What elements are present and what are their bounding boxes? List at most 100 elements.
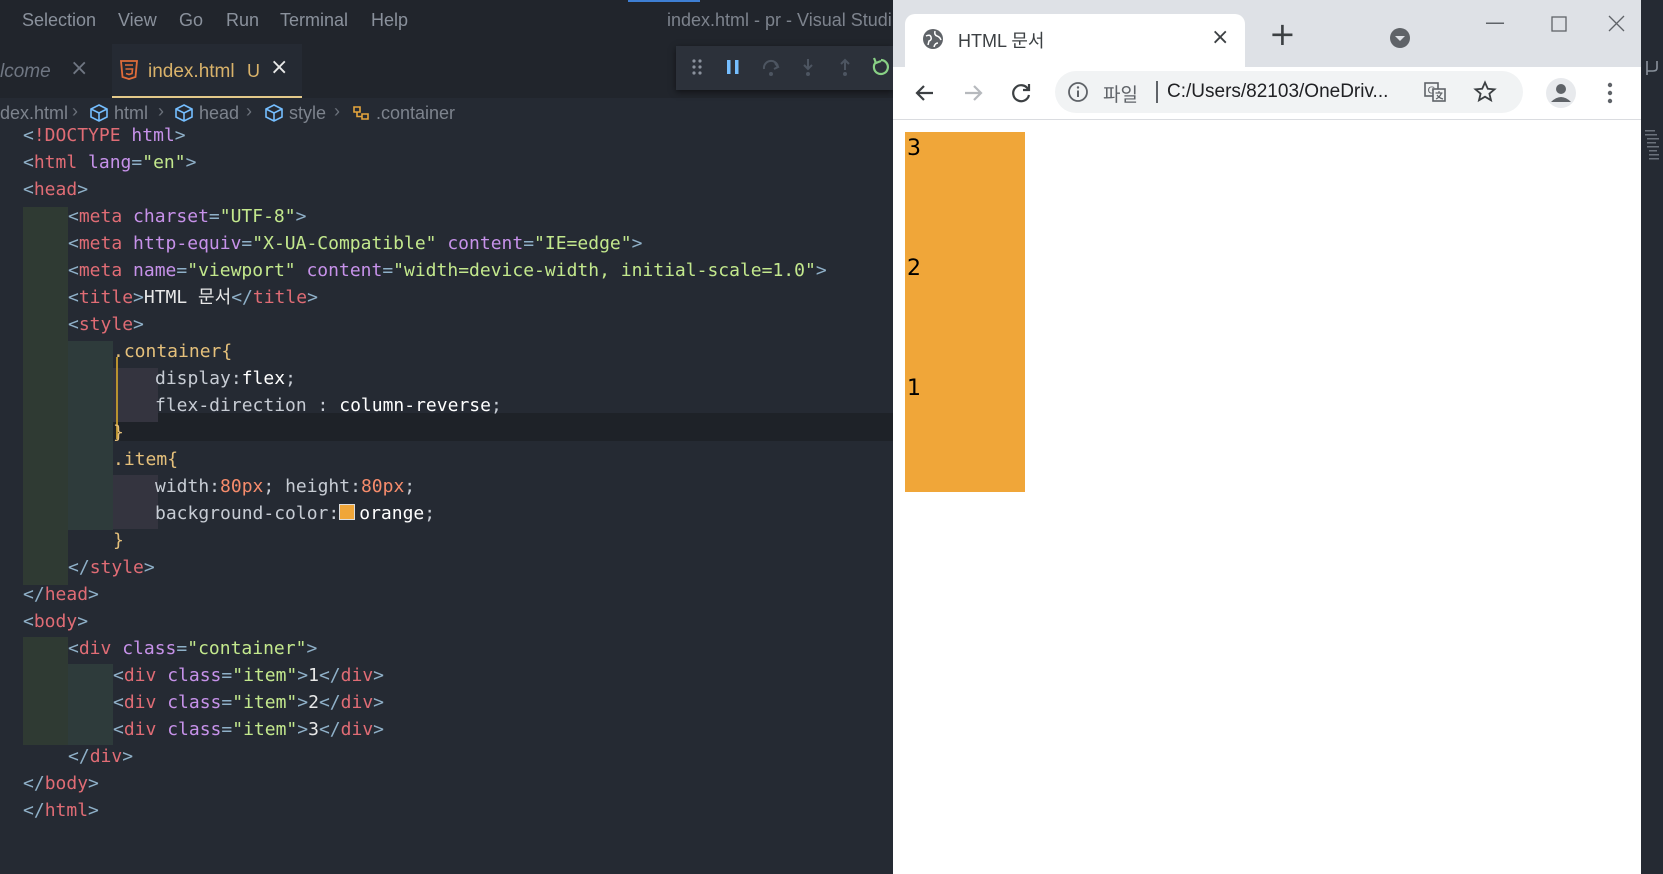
code-line: flex-direction : column-reverse; <box>155 395 502 416</box>
element-cube-icon <box>175 104 193 122</box>
indent-guide <box>113 368 158 422</box>
vscode-window: Selection View Go Run Terminal Help inde… <box>0 0 893 874</box>
page-viewport: 3 2 1 <box>893 120 1641 874</box>
maximize-icon[interactable] <box>1551 16 1567 32</box>
code-line: </html> <box>23 800 99 821</box>
chevron-right-icon: › <box>158 101 164 121</box>
minimize-icon[interactable]: — <box>1485 10 1505 34</box>
restart-icon[interactable] <box>870 56 892 78</box>
forward-arrow-icon[interactable] <box>959 79 987 107</box>
flex-item: 3 <box>905 132 1025 252</box>
code-line: background-color: orange; <box>155 503 436 524</box>
omnibox-divider <box>1156 81 1158 103</box>
menu-terminal[interactable]: Terminal <box>280 10 348 31</box>
minimap[interactable] <box>1645 130 1659 180</box>
window-close-icon[interactable] <box>1608 15 1625 32</box>
code-editor[interactable]: <!DOCTYPE html> <html lang="en"> <head> … <box>0 125 893 874</box>
menu-selection[interactable]: Selection <box>22 10 96 31</box>
code-line: <div class="container"> <box>68 638 318 659</box>
star-icon[interactable] <box>1473 80 1497 104</box>
new-tab-button[interactable]: + <box>1269 18 1296 50</box>
indent-guide <box>23 637 68 745</box>
tab-search-icon[interactable] <box>1389 27 1411 49</box>
menu-run[interactable]: Run <box>226 10 259 31</box>
menu-help[interactable]: Help <box>371 10 408 31</box>
step-into-icon[interactable] <box>797 56 819 78</box>
tab-welcome-label: lcome <box>0 61 51 82</box>
code-line: .item{ <box>113 449 179 470</box>
scheme-label: 파일 <box>1103 85 1138 106</box>
chevron-right-icon: › <box>246 101 252 121</box>
url-text[interactable]: C:/Users/82103/OneDriv... <box>1167 81 1388 103</box>
address-bar[interactable]: 파일 C:/Users/82103/OneDriv... G <box>1055 71 1523 113</box>
editor-edge-strip <box>1641 0 1663 874</box>
untracked-badge: U <box>247 61 260 81</box>
code-line: <meta charset="UTF-8"> <box>68 206 307 227</box>
code-line: </head> <box>23 584 99 605</box>
indent-guide <box>113 475 158 529</box>
indent-guide <box>68 341 113 530</box>
tab-welcome[interactable]: lcome × <box>0 44 110 98</box>
menu-bar: Selection View Go Run Terminal Help inde… <box>0 0 893 44</box>
code-line: <head> <box>23 179 89 200</box>
back-arrow-icon[interactable] <box>911 79 939 107</box>
code-line: <body> <box>23 611 89 632</box>
close-icon[interactable]: × <box>270 55 288 80</box>
debug-toolbar <box>676 46 893 90</box>
pause-icon[interactable] <box>722 56 744 78</box>
indent-guide <box>23 207 68 585</box>
info-icon[interactable] <box>1067 81 1089 103</box>
tab-index-label: index.html <box>148 61 235 82</box>
code-line: } <box>113 422 124 443</box>
browser-tab-title: HTML 문서 <box>958 31 1045 51</box>
code-line: <html lang="en"> <box>23 152 197 173</box>
drag-handle-icon[interactable] <box>686 56 708 78</box>
step-over-icon[interactable] <box>760 56 782 78</box>
chevron-right-icon: › <box>334 101 340 121</box>
code-line: </style> <box>68 557 155 578</box>
step-out-icon[interactable] <box>834 56 856 78</box>
code-line: <div class="item">2</div> <box>113 692 384 713</box>
code-line: } <box>113 530 124 551</box>
browser-toolbar: 파일 C:/Users/82103/OneDriv... G <box>893 67 1641 120</box>
browser-tab-strip: HTML 문서 × + — <box>893 0 1641 67</box>
breadcrumb-style[interactable]: style <box>289 103 326 124</box>
breadcrumb-file[interactable]: dex.html <box>0 103 68 124</box>
reload-icon[interactable] <box>1007 79 1035 107</box>
code-line: <!DOCTYPE html> <box>23 125 186 146</box>
source-control-icon[interactable] <box>1643 58 1661 78</box>
close-icon[interactable]: × <box>1211 25 1229 50</box>
code-line: <title>HTML 문서</title> <box>68 287 318 308</box>
chevron-right-icon: › <box>72 101 78 121</box>
translate-icon[interactable]: G <box>1423 80 1447 104</box>
code-line: display:flex; <box>155 368 296 389</box>
code-line: <div class="item">1</div> <box>113 665 384 686</box>
menu-go[interactable]: Go <box>179 10 203 31</box>
code-line: <meta name="viewport" content="width=dev… <box>68 260 827 281</box>
color-swatch[interactable] <box>339 504 356 520</box>
menu-view[interactable]: View <box>118 10 157 31</box>
browser-tab[interactable]: HTML 문서 × <box>905 14 1245 67</box>
code-line: width:80px; height:80px; <box>155 476 416 497</box>
breadcrumb-container[interactable]: .container <box>376 103 455 124</box>
element-cube-icon <box>265 104 283 122</box>
tab-index-html[interactable]: index.html U × <box>112 44 302 98</box>
flex-container: 3 2 1 <box>905 132 1025 492</box>
window-title: index.html - pr - Visual Studi <box>667 10 892 30</box>
css-selector-icon <box>353 106 369 120</box>
flex-item: 2 <box>905 252 1025 372</box>
globe-icon <box>923 29 943 49</box>
code-line: <meta http-equiv="X-UA-Compatible" conte… <box>68 233 643 254</box>
element-cube-icon <box>90 104 108 122</box>
breadcrumb-html[interactable]: html <box>114 103 148 124</box>
breadcrumb-head[interactable]: head <box>199 103 239 124</box>
code-line: <style> <box>68 314 144 335</box>
close-icon[interactable]: × <box>70 56 88 81</box>
profile-icon[interactable] <box>1545 77 1577 109</box>
code-line: </div> <box>68 746 134 767</box>
menu-dots-icon[interactable] <box>1605 79 1615 107</box>
chrome-window: HTML 문서 × + — 파일 C:/Users/82103/OneDriv.… <box>893 0 1641 874</box>
indent-guide <box>68 664 113 745</box>
code-line: </body> <box>23 773 99 794</box>
flex-item: 1 <box>905 372 1025 492</box>
